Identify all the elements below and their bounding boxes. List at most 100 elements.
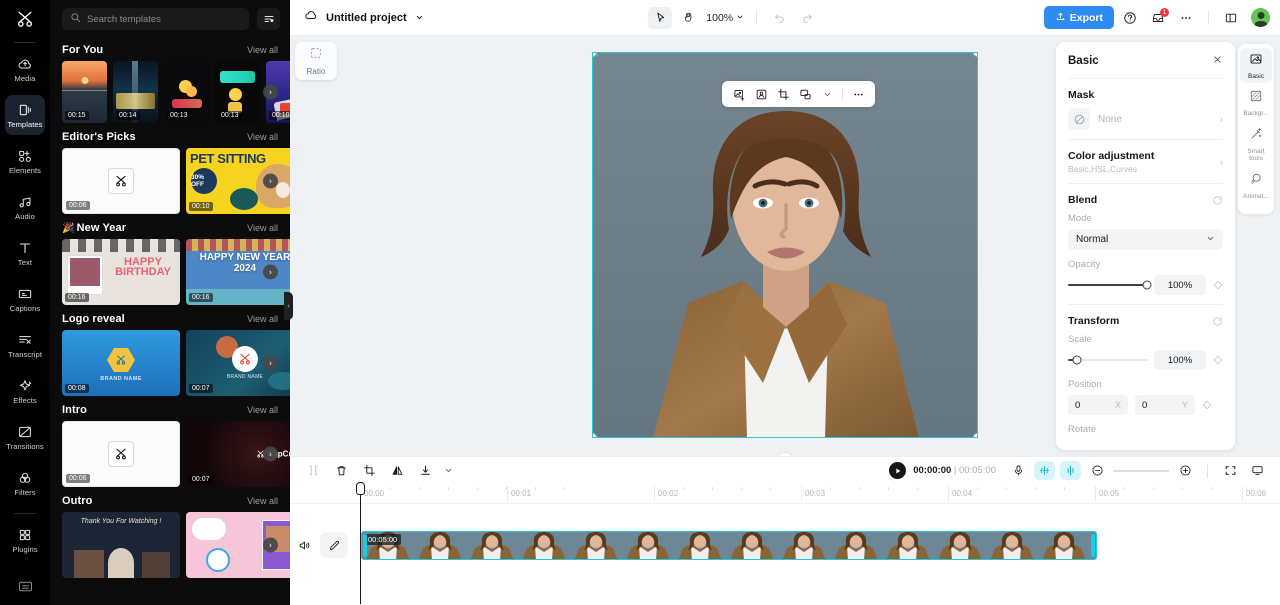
more-horizontal-icon[interactable] — [848, 84, 868, 104]
zoom-level-selector[interactable]: 100% — [706, 12, 744, 24]
keyframe-diamond-icon[interactable] — [1202, 400, 1212, 410]
avatar[interactable] — [1251, 8, 1271, 27]
view-all-link[interactable]: View all — [247, 496, 278, 506]
scale-slider[interactable] — [1068, 355, 1147, 365]
auto-adjust-icon[interactable] — [1034, 461, 1055, 480]
sidebar-item-text[interactable]: Text — [5, 233, 45, 273]
ai-image-icon[interactable] — [729, 84, 749, 104]
play-button[interactable] — [889, 462, 907, 479]
view-all-link[interactable]: View all — [247, 45, 278, 55]
crop-icon[interactable] — [773, 84, 793, 104]
tab-animation[interactable]: Animat... — [1240, 168, 1272, 203]
delete-trash-icon[interactable] — [330, 460, 352, 481]
opacity-slider[interactable] — [1068, 280, 1152, 290]
split-icon[interactable] — [302, 460, 324, 481]
replace-icon[interactable] — [795, 84, 815, 104]
crop-icon[interactable] — [358, 460, 380, 481]
template-card[interactable]: BRAND NAME 00:08 — [62, 330, 180, 396]
project-title-group[interactable]: Untitled project — [304, 8, 424, 27]
download-icon[interactable] — [414, 460, 436, 481]
tab-basic[interactable]: Basic — [1240, 48, 1272, 84]
template-card[interactable]: 00:13 — [164, 61, 209, 123]
scale-value-input[interactable]: 100% — [1154, 350, 1206, 370]
pencil-edit-icon[interactable] — [320, 532, 348, 558]
chevron-down-icon[interactable] — [817, 84, 837, 104]
clip-trim-handle-left[interactable] — [363, 534, 367, 557]
keyboard-shortcuts-icon[interactable] — [0, 578, 50, 595]
playhead[interactable] — [356, 482, 365, 604]
tab-smart-tools[interactable]: Smart tools — [1240, 123, 1272, 166]
video-preview[interactable] — [592, 52, 978, 438]
cursor-arrow-icon[interactable] — [648, 6, 673, 29]
close-icon[interactable] — [1212, 52, 1223, 70]
position-y-input[interactable]: 0 Y — [1135, 395, 1195, 415]
view-all-link[interactable]: View all — [247, 405, 278, 415]
sidebar-item-transcript[interactable]: Transcript — [5, 325, 45, 365]
tab-background[interactable]: Backgr... — [1240, 85, 1272, 120]
zoom-in-icon[interactable] — [1174, 460, 1196, 481]
filter-icon[interactable] — [257, 8, 280, 30]
template-card[interactable]: 00:06 — [62, 421, 180, 487]
template-card[interactable]: Thank You For Watching ! — [62, 512, 180, 578]
chevron-right-icon[interactable]: › — [263, 537, 278, 553]
chevron-right-icon[interactable]: › — [263, 446, 278, 462]
fit-screen-icon[interactable] — [1219, 460, 1241, 481]
chevron-down-icon[interactable] — [442, 460, 454, 481]
panel-layout-icon[interactable] — [1219, 7, 1243, 29]
notifications-button[interactable]: 1 — [1146, 7, 1170, 29]
chevron-right-icon[interactable]: › — [263, 355, 278, 371]
color-adjustment-section[interactable]: Color adjustment Basic,HSL,Curves › — [1056, 140, 1235, 183]
template-card[interactable]: 00:15 — [62, 61, 107, 123]
sidebar-item-audio[interactable]: Audio — [5, 187, 45, 227]
microphone-icon[interactable] — [1008, 461, 1029, 480]
help-circle-icon[interactable] — [1118, 7, 1142, 29]
keyframe-track-icon[interactable] — [1060, 461, 1081, 480]
volume-icon[interactable] — [296, 537, 312, 553]
chevron-right-icon[interactable]: › — [263, 173, 278, 189]
template-card[interactable]: 00:06 — [62, 148, 180, 214]
sidebar-item-filters[interactable]: Filters — [5, 463, 45, 503]
color-adjustment-row[interactable]: Color adjustment Basic,HSL,Curves › — [1068, 150, 1223, 174]
collapse-panel-button[interactable]: ‹ — [284, 292, 293, 320]
mirror-flip-icon[interactable] — [386, 460, 408, 481]
position-x-input[interactable]: 0 X — [1068, 395, 1128, 415]
chevron-down-icon[interactable] — [415, 9, 424, 27]
chevron-right-icon[interactable]: › — [263, 264, 278, 280]
redo-icon[interactable] — [795, 7, 819, 29]
template-card[interactable]: 00:13 — [215, 61, 260, 123]
sidebar-item-media[interactable]: Media — [5, 49, 45, 89]
sidebar-item-effects[interactable]: Effects — [5, 371, 45, 411]
mask-selector[interactable]: None › — [1068, 108, 1223, 130]
sidebar-item-transitions[interactable]: Transitions — [5, 417, 45, 457]
keyframe-diamond-icon[interactable] — [1213, 280, 1223, 290]
search-input[interactable]: Search templates — [62, 8, 249, 30]
reset-icon[interactable] — [1212, 195, 1223, 206]
blend-mode-select[interactable]: Normal — [1068, 229, 1223, 250]
sidebar-item-elements[interactable]: Elements — [5, 141, 45, 181]
view-all-link[interactable]: View all — [247, 132, 278, 142]
template-card[interactable]: 00:14 — [113, 61, 158, 123]
sidebar-item-templates[interactable]: Templates — [5, 95, 45, 135]
chevron-right-icon[interactable]: › — [263, 84, 278, 100]
timeline-zoom-slider[interactable] — [1113, 469, 1169, 472]
reset-icon[interactable] — [1212, 316, 1223, 327]
resize-handle-br[interactable] — [973, 433, 977, 437]
template-card[interactable]: HAPPY BIRTHDAY 00:16 — [62, 239, 180, 305]
capcut-logo-icon[interactable] — [0, 0, 50, 38]
playhead-handle[interactable] — [356, 482, 365, 495]
monitor-icon[interactable] — [1246, 460, 1268, 481]
keyframe-diamond-icon[interactable] — [1213, 355, 1223, 365]
opacity-value-input[interactable]: 100% — [1154, 275, 1206, 295]
cutout-icon[interactable] — [751, 84, 771, 104]
more-horizontal-icon[interactable] — [1174, 7, 1198, 29]
export-button[interactable]: Export — [1043, 6, 1115, 29]
ratio-button[interactable]: Ratio — [295, 42, 337, 80]
hand-icon[interactable] — [676, 7, 700, 29]
sidebar-item-captions[interactable]: Captions — [5, 279, 45, 319]
timeline-ruler[interactable]: 00:00 00:01 00:02 00:03 00:04 00:05 00:0… — [290, 484, 1280, 504]
clip-trim-handle-right[interactable] — [1091, 534, 1095, 557]
undo-icon[interactable] — [767, 7, 791, 29]
zoom-out-icon[interactable] — [1086, 460, 1108, 481]
view-all-link[interactable]: View all — [247, 223, 278, 233]
view-all-link[interactable]: View all — [247, 314, 278, 324]
